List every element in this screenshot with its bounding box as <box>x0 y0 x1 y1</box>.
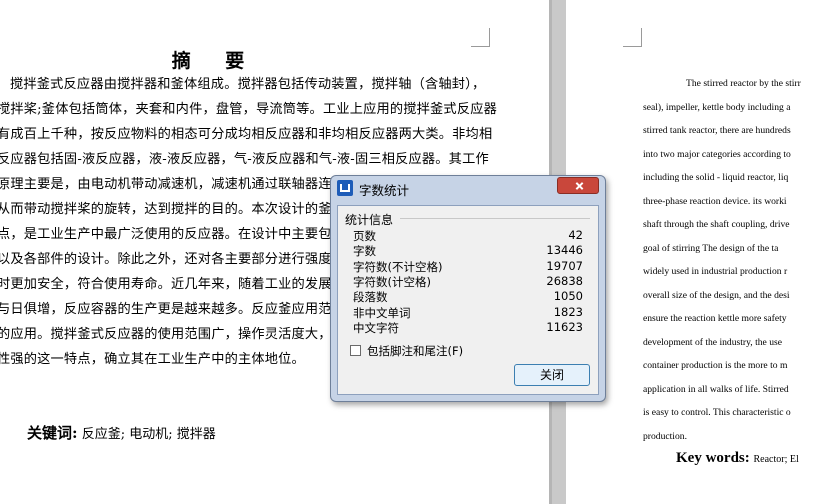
abstract-line: 的应用。搅拌釜式反应器的使用范围广，操作灵活度大，浓 <box>0 327 346 342</box>
dialog-content: 统计信息 页数 42 字数 13446 字符数(不计空格) 19707 字符数(计空格) 26… <box>337 205 599 395</box>
stat-value: 13446 <box>546 243 583 258</box>
stat-row: 字符数(不计空格) 19707 <box>353 259 583 274</box>
stat-row: 段落数 1050 <box>353 289 583 304</box>
include-footnotes-label[interactable]: 包括脚注和尾注(F) <box>367 343 463 359</box>
page-corner-mark <box>623 28 642 47</box>
stat-label: 非中文单词 <box>353 305 411 320</box>
stat-value: 19707 <box>546 258 583 273</box>
abstract-line: 时更加安全，符合使用寿命。近几年来，随着工业的发展，化 <box>0 277 359 292</box>
section-divider <box>400 218 590 219</box>
keywords-line-english: Key words: Reactor; El <box>676 450 799 467</box>
abstract-line-english: widely used in industrial production r <box>643 266 788 277</box>
stat-row: 字数 13446 <box>353 243 583 258</box>
keywords-text-english: Reactor; El <box>753 454 799 465</box>
abstract-line-english: is easy to control. This characteristic … <box>643 407 791 418</box>
abstract-line-english: into two major categories according to <box>643 148 791 160</box>
include-footnotes-checkbox[interactable] <box>350 345 361 356</box>
abstract-line-english: stirred tank reactor, there are hundreds <box>643 125 791 136</box>
stat-row: 中文字符 11623 <box>353 320 583 335</box>
word-count-dialog: 字数统计 统计信息 页数 42 字数 13446 字符数(不计空格) 19707 字符数(计… <box>330 175 606 402</box>
abstract-line: 从而带动搅拌桨的旋转，达到搅拌的目的。本次设计的釜式 <box>0 202 346 217</box>
abstract-line-english: goal of stirring The design of the ta <box>643 242 779 254</box>
dialog-title: 字数统计 <box>359 183 410 198</box>
keywords-label: 关键词: <box>27 424 78 442</box>
stat-value: 42 <box>568 228 583 242</box>
wps-app-icon <box>337 180 353 196</box>
close-icon[interactable] <box>557 177 599 194</box>
page-corner-mark <box>471 28 490 47</box>
abstract-line-english: The stirred reactor by the stirr <box>686 78 801 89</box>
keywords-label-english: Key words: <box>676 450 750 466</box>
abstract-line: 原理主要是，由电动机带动减速机，减速机通过联轴器连接搅 <box>0 177 359 192</box>
stat-label: 中文字符 <box>353 320 399 335</box>
abstract-line-english: ensure the reaction kettle more safety <box>643 313 787 324</box>
stat-row: 页数 42 <box>353 228 583 243</box>
close-button[interactable]: 关闭 <box>514 364 590 386</box>
section-label: 统计信息 <box>345 213 394 227</box>
keywords-line: 关键词: 反应釜; 电动机; 搅拌器 <box>27 422 216 443</box>
abstract-line: 与日俱增，反应容器的生产更是越来越多。反应釜应用范围较 <box>0 302 359 317</box>
abstract-line-english: seal), impeller, kettle body including a <box>643 101 791 113</box>
abstract-line: 搅拌桨;釜体包括筒体，夹套和内件，盘管，导流筒等。工业上应用的搅拌釜式反应器 <box>0 102 497 117</box>
abstract-line-english: shaft through the shaft coupling, drive <box>643 219 790 230</box>
keywords-text: 反应釜; 电动机; 搅拌器 <box>81 427 216 442</box>
stat-label: 字符数(计空格) <box>353 274 431 289</box>
abstract-line-english: application in all walks of life. Stirre… <box>643 383 789 395</box>
abstract-line-english: three-phase reaction device. its worki <box>643 195 787 207</box>
abstract-line: 有成百上千种，按反应物料的相态可分成均相反应器和非均相反应器两大类。非均相 <box>0 127 493 142</box>
stat-value: 1823 <box>553 304 583 319</box>
stat-row: 非中文单词 1823 <box>353 305 583 320</box>
stat-label: 页数 <box>353 229 376 243</box>
abstract-line: 性强的这一特点，确立其在工业生产中的主体地位。 <box>0 352 305 367</box>
abstract-line-english: development of the industry, the use <box>643 336 782 348</box>
abstract-line: 搅拌釜式反应器由搅拌器和釜体组成。搅拌器包括传动装置，搅拌轴（含轴封）， <box>10 77 486 92</box>
stat-value: 11623 <box>546 319 583 334</box>
abstract-line-english: container production is the more to m <box>643 360 788 371</box>
abstract-line: 反应器包括固-液反应器，液-液反应器，气-液反应器和气-液-固三相反应器。其工作 <box>0 152 489 167</box>
abstract-line-english: overall size of the design, and the desi <box>643 289 790 301</box>
abstract-line: 点，是工业生产中最广泛使用的反应器。在设计中主要包括对 <box>0 227 359 242</box>
abstract-line-english: production. <box>643 430 687 442</box>
stat-value: 26838 <box>546 273 583 288</box>
abstract-line-english: including the solid - liquid reactor, li… <box>643 172 789 183</box>
dialog-titlebar[interactable]: 字数统计 <box>331 176 605 198</box>
stat-row: 字符数(计空格) 26838 <box>353 274 583 289</box>
stat-label: 字符数(不计空格) <box>353 259 443 274</box>
abstract-title: 摘 要 <box>171 50 259 72</box>
abstract-line: 以及各部件的设计。除此之外，还对各主要部分进行强度校核 <box>0 252 359 267</box>
stat-label: 段落数 <box>353 290 388 305</box>
stat-value: 1050 <box>553 289 583 304</box>
stat-label: 字数 <box>353 244 376 259</box>
